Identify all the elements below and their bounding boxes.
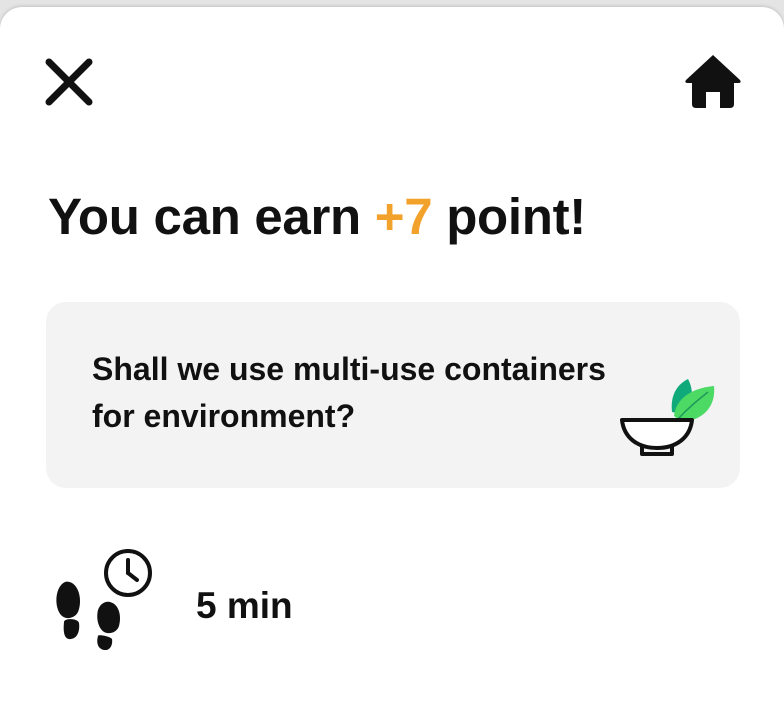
points-headline: You can earn +7 point! <box>48 187 586 246</box>
home-button[interactable] <box>682 51 744 113</box>
close-icon <box>45 58 93 106</box>
duration-label: 5 min <box>196 585 293 626</box>
points-value: +7 <box>374 188 433 245</box>
mission-description: Shall we use multi-use containers for env… <box>92 346 632 440</box>
home-icon <box>685 55 741 108</box>
headline-suffix: point! <box>432 188 586 245</box>
close-button[interactable] <box>40 53 98 111</box>
footsteps-clock-icon <box>56 549 152 650</box>
mission-line-1: Shall we use multi-use containers <box>92 351 606 387</box>
headline-prefix: You can earn <box>48 188 375 245</box>
bowl-leaf-icon <box>620 379 715 456</box>
mission-card[interactable]: Shall we use multi-use containers for env… <box>46 302 740 488</box>
mission-sheet: You can earn +7 point! Shall we use mult… <box>0 7 784 714</box>
mission-line-2: for environment? <box>92 398 356 434</box>
